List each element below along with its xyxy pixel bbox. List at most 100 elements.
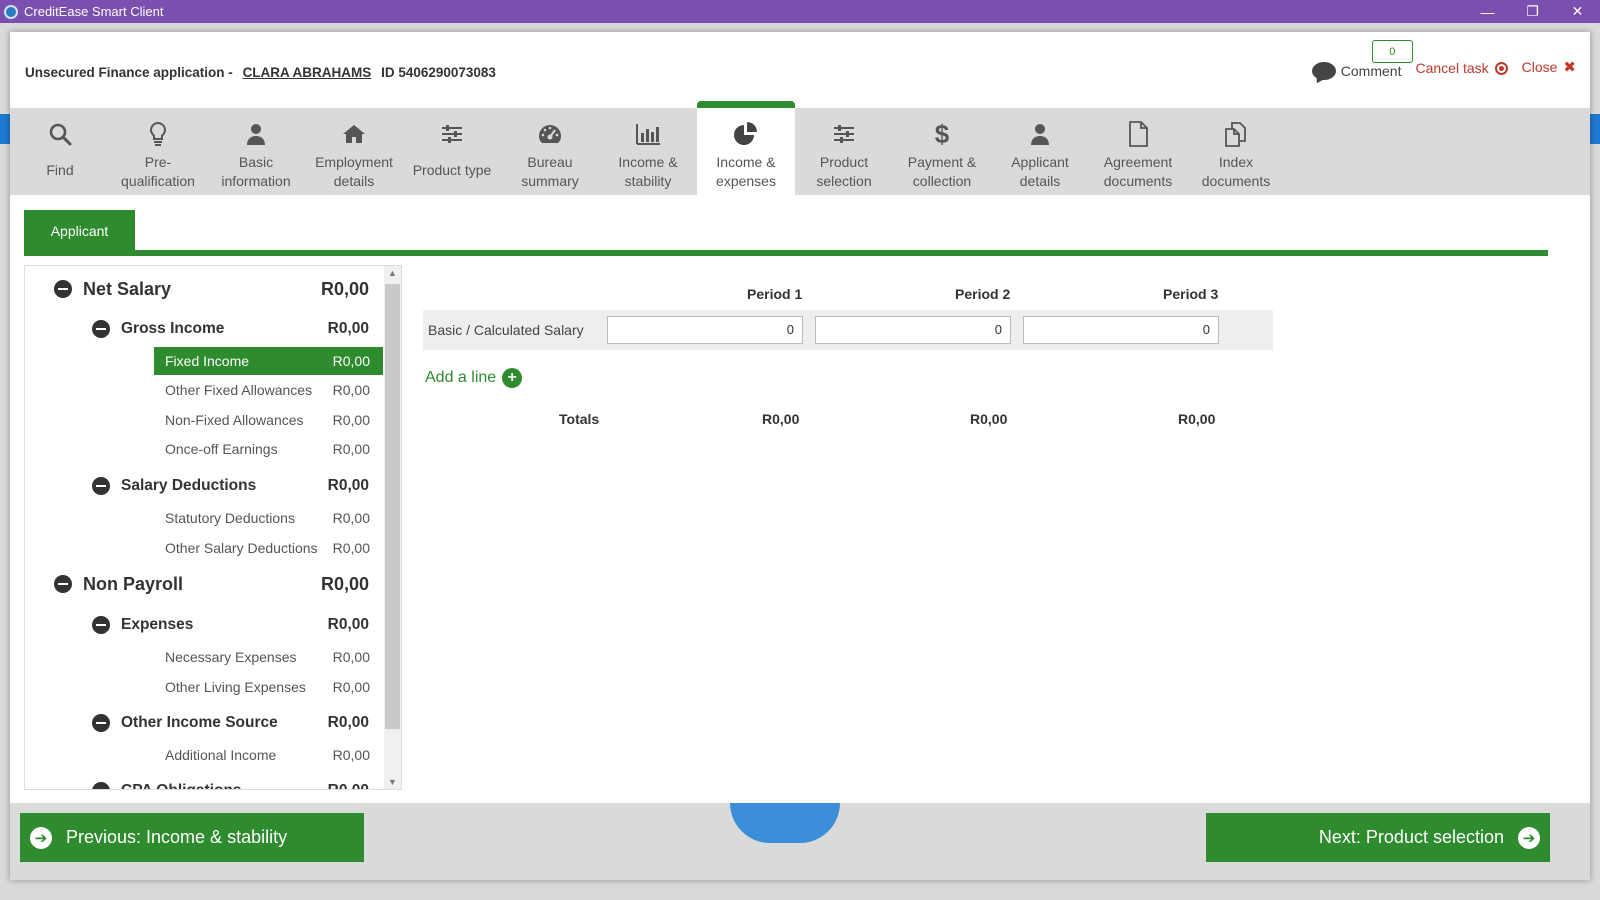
tree-node-label: Non Payroll xyxy=(83,573,184,594)
tree-item-additional-income[interactable]: Additional Income R0,00 xyxy=(154,741,383,769)
nav-item-label: Product selection xyxy=(816,153,871,191)
nav-item-applicant-details[interactable]: Applicant details xyxy=(991,108,1089,195)
nav-item-agreement-documents[interactable]: Agreement documents xyxy=(1089,108,1187,195)
collapse-icon[interactable] xyxy=(92,714,110,732)
nav-item-label: Income & expenses xyxy=(716,153,776,191)
previous-step-label: Previous: Income & stability xyxy=(66,827,288,847)
nav-item-product-type[interactable]: Product type xyxy=(403,108,501,195)
arrow-left-icon: ➔ xyxy=(30,826,52,849)
plus-circle-icon: + xyxy=(502,368,523,388)
nav-label-line: Bureau xyxy=(527,154,573,170)
cancel-task-button[interactable]: Cancel task xyxy=(1415,60,1508,80)
tree-item-label: Once-off Earnings xyxy=(165,441,278,457)
comment-count-badge: 0 xyxy=(1371,40,1413,63)
tree-node-net-salary[interactable]: Net Salary R0,00 xyxy=(25,276,369,302)
nav-item-income-expenses[interactable]: Income & expenses xyxy=(697,101,795,195)
document-icon xyxy=(1127,119,1149,149)
dollar-icon: $ xyxy=(934,119,950,149)
nav-label-line: documents xyxy=(1103,173,1173,189)
tree-node-other-income-source[interactable]: Other Income Source R0,00 xyxy=(25,712,369,734)
collapse-icon[interactable] xyxy=(54,280,72,298)
scrollbar-thumb[interactable] xyxy=(385,284,400,729)
pie-chart-icon xyxy=(733,119,759,149)
collapse-icon[interactable] xyxy=(92,616,110,634)
tree-node-expenses[interactable]: Expenses R0,00 xyxy=(25,614,369,636)
nav-item-bureau-summary[interactable]: Bureau summary xyxy=(501,108,599,195)
title-prefix: Unsecured Finance application - xyxy=(25,65,233,80)
collapse-icon[interactable] xyxy=(92,477,110,495)
tab-applicant[interactable]: Applicant xyxy=(24,210,135,252)
totals-label: Totals xyxy=(559,411,600,427)
nav-item-label: Agreement documents xyxy=(1104,153,1172,191)
cancel-task-label: Cancel task xyxy=(1415,60,1489,76)
nav-item-product-selection[interactable]: Product selection xyxy=(795,108,893,195)
nav-item-basic-information[interactable]: Basic information xyxy=(207,108,305,195)
nav-item-find[interactable]: Find xyxy=(11,108,109,195)
tree-item-non-fixed-allowances[interactable]: Non-Fixed Allowances R0,00 xyxy=(154,406,383,434)
nav-label-line: documents xyxy=(1201,173,1271,189)
comment-button[interactable]: 0 Comment xyxy=(1311,40,1413,80)
tree-node-amount: R0,00 xyxy=(321,278,370,299)
nav-label-line: Applicant xyxy=(1011,154,1069,170)
search-icon xyxy=(48,119,72,149)
collapse-icon[interactable] xyxy=(92,782,110,789)
period-2-input[interactable]: 0 xyxy=(815,316,1011,344)
tab-underline xyxy=(24,250,1548,256)
window-titlebar: CreditEase Smart Client — ❐ ✕ xyxy=(0,0,1600,23)
tree-item-label: Other Living Expenses xyxy=(165,679,306,695)
nav-label-line: Product xyxy=(819,154,869,170)
scroll-down-icon[interactable]: ▼ xyxy=(384,777,401,787)
period-1-input[interactable]: 0 xyxy=(607,316,803,344)
collapse-icon[interactable] xyxy=(92,320,110,338)
nav-label-line: Agreement xyxy=(1103,154,1173,170)
previous-step-button[interactable]: ➔ Previous: Income & stability xyxy=(20,813,364,862)
tree-node-amount: R0,00 xyxy=(321,573,370,594)
restore-icon[interactable]: ❐ xyxy=(1510,0,1555,23)
tree-scrollbar[interactable]: ▲ ▼ xyxy=(384,266,401,789)
close-button[interactable]: Close ✖ xyxy=(1522,58,1576,80)
tree-item-necessary-expenses[interactable]: Necessary Expenses R0,00 xyxy=(154,643,383,671)
collapse-icon[interactable] xyxy=(54,575,72,593)
nav-item-employment-details[interactable]: Employment details xyxy=(305,108,403,195)
tree-item-amount: R0,00 xyxy=(332,353,370,369)
nav-item-index-documents[interactable]: Index documents xyxy=(1187,108,1285,195)
next-step-label: Next: Product selection xyxy=(1318,827,1504,847)
documents-icon xyxy=(1223,119,1249,149)
tree-node-non-payroll[interactable]: Non Payroll R0,00 xyxy=(25,571,369,597)
nav-item-label: Find xyxy=(46,161,73,180)
tree-node-cpa-obligations[interactable]: CPA Obligations R0,00 xyxy=(25,780,369,789)
scroll-up-icon[interactable]: ▲ xyxy=(384,268,401,278)
tree-node-salary-deductions[interactable]: Salary Deductions R0,00 xyxy=(25,475,369,497)
tree-node-gross-income[interactable]: Gross Income R0,00 xyxy=(25,318,369,340)
nav-item-payment-collection[interactable]: $ Payment & collection xyxy=(893,108,991,195)
nav-item-label: Employment details xyxy=(315,153,393,191)
nav-item-income-stability[interactable]: Income & stability xyxy=(599,108,697,195)
nav-label-line: information xyxy=(221,173,291,189)
close-icon[interactable]: ✕ xyxy=(1555,0,1600,23)
tree-item-other-salary-deductions[interactable]: Other Salary Deductions R0,00 xyxy=(154,534,383,562)
tree-item-once-off-earnings[interactable]: Once-off Earnings R0,00 xyxy=(154,435,383,463)
nav-label-line: details xyxy=(1019,173,1061,189)
period-3-input[interactable]: 0 xyxy=(1023,316,1219,344)
minimize-icon[interactable]: — xyxy=(1465,0,1510,23)
tree-item-fixed-income[interactable]: Fixed Income R0,00 xyxy=(154,347,383,375)
tree-item-amount: R0,00 xyxy=(332,649,370,665)
tree-node-label: Net Salary xyxy=(83,278,172,299)
add-line-button[interactable]: Add a line + xyxy=(425,368,523,388)
sliders-icon xyxy=(441,119,463,149)
tree-item-other-living-expenses[interactable]: Other Living Expenses R0,00 xyxy=(154,673,383,701)
tree-item-statutory-deductions[interactable]: Statutory Deductions R0,00 xyxy=(154,504,383,532)
tree-item-amount: R0,00 xyxy=(332,412,370,428)
nav-item-label: Applicant details xyxy=(1011,153,1069,191)
next-step-button[interactable]: Next: Product selection ➔ xyxy=(1206,813,1550,862)
tree-item-other-fixed-allowances[interactable]: Other Fixed Allowances R0,00 xyxy=(154,376,383,404)
tree-node-label: Other Income Source xyxy=(121,714,278,731)
client-name-link[interactable]: CLARA ABRAHAMS xyxy=(243,65,372,80)
nav-label-line: expenses xyxy=(716,173,776,189)
add-line-label: Add a line xyxy=(425,369,497,386)
nav-label-line: Product type xyxy=(412,162,492,178)
nav-item-pre-qualification[interactable]: Pre-qualification xyxy=(109,108,207,195)
tree-item-amount: R0,00 xyxy=(332,510,370,526)
tree-item-amount: R0,00 xyxy=(332,441,370,457)
tree-node-amount: R0,00 xyxy=(327,714,369,731)
